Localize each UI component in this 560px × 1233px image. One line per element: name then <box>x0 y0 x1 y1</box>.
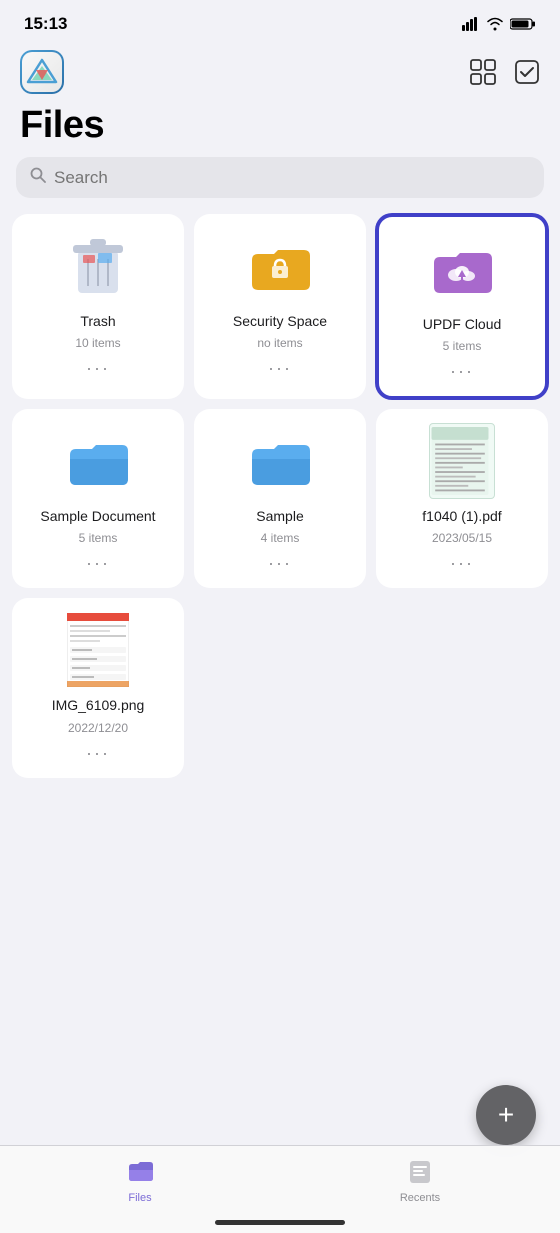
file-menu-sample[interactable]: ··· <box>262 551 298 576</box>
file-name-updf-cloud: UPDF Cloud <box>423 315 502 333</box>
file-card-security-space[interactable]: Security Space no items ··· <box>194 214 366 399</box>
pdf-thumbnail <box>426 425 498 497</box>
files-tab-icon <box>126 1156 154 1188</box>
file-name-img6109: IMG_6109.png <box>52 696 145 714</box>
file-meta-trash: 10 items <box>75 336 120 350</box>
signal-icon <box>462 17 480 31</box>
search-bar[interactable] <box>16 157 544 198</box>
battery-icon <box>510 17 536 31</box>
file-card-trash[interactable]: Trash 10 items ··· <box>12 214 184 399</box>
files-tab-label: Files <box>128 1192 151 1204</box>
wifi-icon <box>486 17 504 31</box>
files-grid: Trash 10 items ··· Security Space no ite… <box>0 214 560 778</box>
file-meta-img6109: 2022/12/20 <box>68 721 128 735</box>
recents-tab-label: Recents <box>400 1192 440 1204</box>
file-card-sample-document[interactable]: Sample Document 5 items ··· <box>12 409 184 588</box>
file-menu-updf-cloud[interactable]: ··· <box>444 359 480 384</box>
file-card-updf-cloud[interactable]: UPDF Cloud 5 items ··· <box>376 214 548 399</box>
file-menu-security[interactable]: ··· <box>262 356 298 381</box>
file-name-f1040: f1040 (1).pdf <box>422 507 501 525</box>
recents-tab-icon <box>406 1156 434 1188</box>
app-logo[interactable] <box>20 50 64 94</box>
add-file-button[interactable]: + <box>476 1085 536 1145</box>
file-card-f1040[interactable]: f1040 (1).pdf 2023/05/15 ··· <box>376 409 548 588</box>
grid-view-button[interactable] <box>470 59 496 85</box>
png-thumbnail <box>62 614 134 686</box>
home-indicator <box>215 1220 345 1225</box>
tab-recents[interactable]: Recents <box>280 1156 560 1204</box>
tab-files[interactable]: Files <box>0 1156 280 1204</box>
trash-thumbnail <box>62 230 134 302</box>
security-thumbnail <box>244 230 316 302</box>
header <box>0 42 560 100</box>
header-actions <box>470 59 540 85</box>
search-icon <box>30 167 46 188</box>
file-card-sample[interactable]: Sample 4 items ··· <box>194 409 366 588</box>
file-menu-trash[interactable]: ··· <box>80 356 116 381</box>
file-meta-sample-doc: 5 items <box>79 531 118 545</box>
file-meta-f1040: 2023/05/15 <box>432 531 492 545</box>
file-meta-updf-cloud: 5 items <box>443 339 482 353</box>
page-title: Files <box>20 104 540 147</box>
file-name-trash: Trash <box>80 312 115 330</box>
check-square-icon <box>514 59 540 85</box>
logo-graphic <box>22 52 62 92</box>
status-time: 15:13 <box>24 14 67 34</box>
grid-icon <box>470 59 496 85</box>
file-name-security: Security Space <box>233 312 327 330</box>
status-icons <box>462 17 536 31</box>
folder-sample-thumbnail <box>244 425 316 497</box>
file-name-sample-doc: Sample Document <box>40 507 155 525</box>
folder-sample-doc-thumbnail <box>62 425 134 497</box>
file-name-sample: Sample <box>256 507 303 525</box>
cloud-thumbnail <box>426 233 498 305</box>
file-card-img6109[interactable]: IMG_6109.png 2022/12/20 ··· <box>12 598 184 777</box>
file-menu-sample-doc[interactable]: ··· <box>80 551 116 576</box>
search-input[interactable] <box>54 168 530 188</box>
file-meta-sample: 4 items <box>261 531 300 545</box>
file-menu-img6109[interactable]: ··· <box>80 741 116 766</box>
file-meta-security: no items <box>257 336 302 350</box>
status-bar: 15:13 <box>0 0 560 42</box>
file-menu-f1040[interactable]: ··· <box>444 551 480 576</box>
search-container <box>0 157 560 214</box>
select-button[interactable] <box>514 59 540 85</box>
add-icon: + <box>498 1101 514 1129</box>
page-title-section: Files <box>0 100 560 157</box>
